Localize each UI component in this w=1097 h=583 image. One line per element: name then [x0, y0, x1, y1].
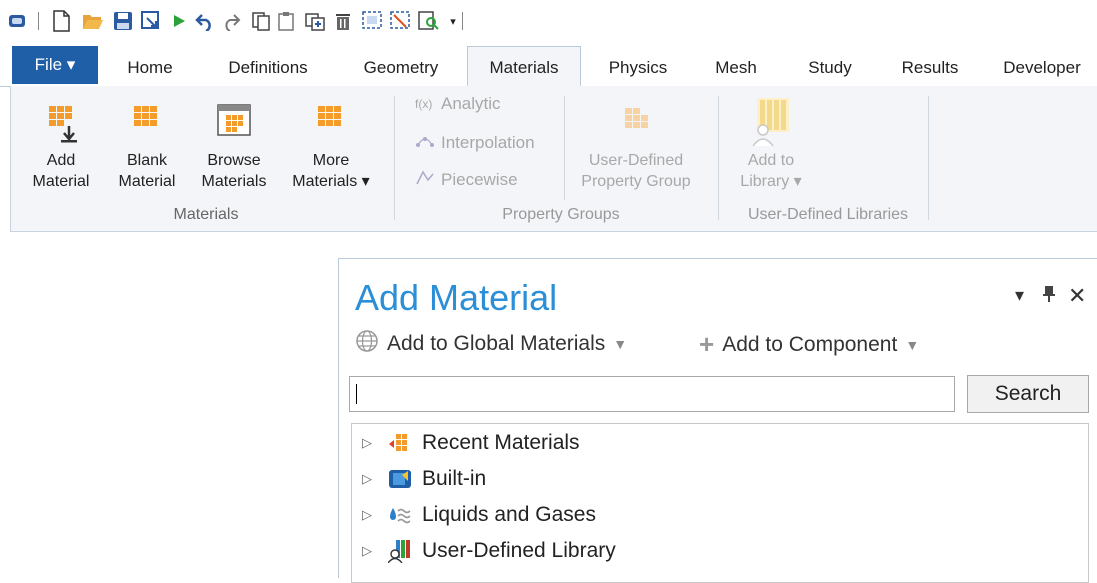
more-materials-button[interactable]: More Materials ▾ — [281, 104, 381, 192]
new-file-icon[interactable] — [50, 10, 72, 32]
tree-item-label: Built-in — [422, 467, 487, 490]
delete-icon[interactable] — [332, 10, 354, 32]
tree-item-label: Liquids and Gases — [422, 503, 596, 526]
tree-item-recent-materials[interactable]: ▷ Recent Materials — [362, 428, 580, 458]
analytic-button[interactable]: f(x) Analytic — [415, 94, 501, 114]
more-materials-label-2: Materials ▾ — [292, 173, 370, 190]
save-icon[interactable] — [112, 10, 134, 32]
tree-item-user-defined-library[interactable]: ▷ User-Defined Library — [362, 536, 616, 566]
ribbon-tabs: File ▾ Home Definitions Geometry Materia… — [0, 46, 1097, 87]
close-icon[interactable]: ✕ — [1068, 283, 1086, 309]
pin-icon[interactable] — [1043, 285, 1055, 308]
add-to-library-label-1: Add to — [747, 152, 795, 169]
tab-definitions[interactable]: Definitions — [212, 54, 324, 86]
add-material-button[interactable]: Add Material — [21, 104, 101, 192]
group-property-label: Property Groups — [502, 206, 620, 223]
add-to-library-button[interactable]: Add to Library ▾ — [723, 96, 819, 192]
add-material-icon — [21, 104, 101, 150]
add-to-library-label-2: Library ▾ — [740, 173, 802, 190]
tab-geometry[interactable]: Geometry — [350, 54, 452, 86]
add-material-panel: Add Material ▾ ✕ Add to Global Materials… — [338, 258, 1097, 583]
group-materials-label: Materials — [173, 206, 239, 223]
app-icon[interactable] — [6, 10, 28, 32]
undo-icon[interactable] — [194, 10, 216, 32]
user-defined-label-1: User-Defined — [588, 152, 684, 169]
blank-material-label-1: Blank — [126, 152, 168, 169]
add-material-label-1: Add — [46, 152, 76, 169]
expand-icon[interactable]: ▷ — [362, 507, 380, 523]
interpolation-icon — [415, 131, 437, 154]
tree-item-built-in[interactable]: ▷ Built-in — [362, 464, 486, 494]
tab-results[interactable]: Results — [888, 54, 972, 86]
duplicate-icon[interactable] — [304, 10, 326, 32]
browse-materials-icon — [191, 104, 277, 150]
tab-file[interactable]: File ▾ — [12, 46, 98, 84]
add-material-label-2: Material — [32, 173, 90, 190]
add-to-global-materials-button[interactable]: Add to Global Materials ▼ — [355, 329, 627, 359]
panel-title: Add Material — [355, 277, 558, 318]
more-materials-label-1: More — [312, 152, 350, 169]
expand-icon[interactable]: ▷ — [362, 435, 380, 451]
library-icon — [723, 96, 819, 150]
blank-material-label-2: Material — [118, 173, 176, 190]
analytic-icon: f(x) — [415, 97, 433, 111]
user-defined-property-group-button[interactable]: User-Defined Property Group — [566, 104, 706, 192]
redo-icon[interactable] — [220, 10, 242, 32]
blank-material-button[interactable]: Blank Material — [107, 104, 187, 192]
run-icon[interactable] — [168, 10, 190, 32]
dropdown-arrow-icon: ▼ — [613, 336, 628, 352]
piecewise-button[interactable]: Piecewise — [415, 168, 518, 191]
expand-icon[interactable]: ▷ — [362, 471, 380, 487]
open-folder-icon[interactable] — [82, 10, 104, 32]
interpolation-button[interactable]: Interpolation — [415, 131, 535, 154]
piecewise-icon — [415, 168, 437, 191]
globe-icon — [355, 329, 379, 359]
save-as-icon[interactable] — [140, 10, 162, 32]
quick-access-toolbar: ▾ — [0, 0, 1097, 42]
search-input[interactable] — [349, 376, 955, 412]
group-libraries-label: User-Defined Libraries — [747, 206, 909, 223]
user-defined-library-icon — [388, 539, 412, 563]
property-group-icon — [566, 104, 706, 150]
tab-materials[interactable]: Materials — [467, 46, 581, 86]
select-icon[interactable] — [362, 10, 384, 32]
tab-mesh[interactable]: Mesh — [704, 54, 768, 86]
ribbon-panel: Add Material Blank Material Browse Mater… — [10, 86, 1097, 232]
tab-physics[interactable]: Physics — [596, 54, 680, 86]
tree-item-label: User-Defined Library — [422, 539, 616, 562]
copy-icon[interactable] — [250, 10, 272, 32]
add-to-component-button[interactable]: + Add to Component ▼ — [699, 329, 919, 360]
dropdown-arrow-icon: ▼ — [905, 336, 920, 353]
browse-materials-label-1: Browse — [207, 152, 261, 169]
expand-icon[interactable]: ▷ — [362, 543, 380, 559]
paste-icon[interactable] — [276, 10, 298, 32]
more-materials-icon — [281, 104, 381, 150]
plus-icon: + — [699, 329, 715, 359]
liquids-and-gases-icon — [388, 503, 412, 527]
find-icon[interactable] — [418, 10, 440, 32]
materials-tree: ▷ Recent Materials ▷ Built-in ▷ Liquids … — [351, 423, 1089, 583]
toolbar-more-icon[interactable]: ▾ — [442, 10, 464, 32]
interpolation-label: Interpolation — [441, 132, 535, 152]
add-to-component-label: Add to Component — [722, 332, 898, 356]
filter-icon[interactable] — [390, 10, 412, 32]
search-button[interactable]: Search — [967, 375, 1089, 413]
user-defined-label-2: Property Group — [581, 173, 691, 190]
built-in-icon — [388, 467, 412, 491]
tree-item-liquids-and-gases[interactable]: ▷ Liquids and Gases — [362, 500, 596, 530]
tab-developer[interactable]: Developer — [990, 54, 1094, 86]
tree-item-label: Recent Materials — [422, 431, 580, 454]
tab-home[interactable]: Home — [110, 54, 190, 86]
browse-materials-button[interactable]: Browse Materials — [191, 104, 277, 192]
browse-materials-label-2: Materials — [201, 173, 267, 190]
panel-menu-icon[interactable]: ▾ — [1015, 285, 1024, 306]
tab-study[interactable]: Study — [794, 54, 866, 86]
analytic-label: Analytic — [441, 94, 501, 113]
piecewise-label: Piecewise — [441, 169, 518, 189]
recent-materials-icon — [388, 431, 412, 455]
blank-material-icon — [107, 104, 187, 150]
add-to-global-label: Add to Global Materials — [387, 332, 606, 355]
